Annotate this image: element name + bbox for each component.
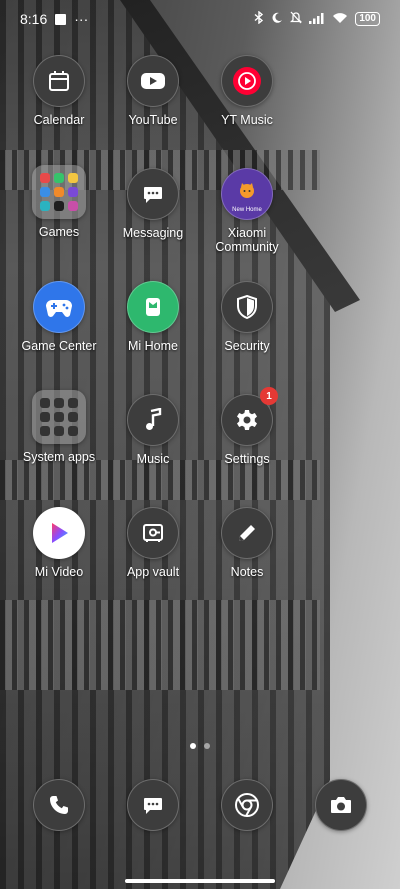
notification-icon: [55, 13, 67, 25]
app-mi-video[interactable]: Mi Video: [9, 507, 109, 579]
silent-bell-icon: [290, 11, 303, 27]
app-game-center[interactable]: Game Center: [9, 281, 109, 353]
game-controller-icon: [33, 281, 85, 333]
page-dot[interactable]: [204, 743, 210, 749]
app-notes[interactable]: Notes: [197, 507, 297, 579]
more-notifications-icon: ···: [74, 11, 89, 27]
phone-icon: [33, 779, 85, 831]
folder-games[interactable]: Games: [9, 165, 109, 239]
app-calendar[interactable]: Calendar: [9, 55, 109, 127]
yt-music-icon: [221, 55, 273, 107]
app-label: Xiaomi Community: [215, 226, 279, 254]
message-bubble-icon: [127, 168, 179, 220]
app-music[interactable]: Music: [103, 394, 203, 466]
shield-icon: [221, 281, 273, 333]
battery-indicator: 100: [355, 12, 380, 26]
system-apps-folder-icon: [32, 390, 86, 444]
page-indicator: [0, 743, 400, 749]
home-gesture-bar[interactable]: [125, 879, 275, 883]
app-label: Notes: [230, 565, 264, 579]
dnd-moon-icon: [271, 12, 283, 27]
dock-messages[interactable]: [103, 779, 203, 831]
app-label: YT Music: [221, 113, 273, 127]
mi-home-icon: [127, 281, 179, 333]
status-bar: 8:16 ··· 100: [0, 0, 400, 38]
app-label: Music: [136, 452, 170, 466]
vault-icon: [127, 507, 179, 559]
app-label: App vault: [126, 565, 180, 579]
app-app-vault[interactable]: App vault: [103, 507, 203, 579]
app-label: Security: [224, 339, 270, 353]
mi-video-icon: [33, 507, 85, 559]
status-time: 8:16: [20, 11, 48, 27]
messages-icon: [127, 779, 179, 831]
app-label: Game Center: [21, 339, 97, 353]
folder-system-apps[interactable]: System apps: [9, 390, 109, 464]
calendar-icon: [33, 55, 85, 107]
app-security[interactable]: Security: [197, 281, 297, 353]
gear-icon: 1: [221, 387, 278, 446]
dock-phone[interactable]: [9, 779, 109, 831]
youtube-icon: [127, 55, 179, 107]
app-label: Mi Home: [127, 339, 178, 353]
app-label: Mi Video: [34, 565, 84, 579]
signal-icon: [309, 12, 325, 27]
app-youtube[interactable]: YouTube: [103, 55, 203, 127]
xiaomi-community-icon: New Home: [221, 168, 273, 220]
games-folder-icon: [32, 165, 86, 219]
app-label: Settings: [224, 452, 270, 466]
app-mi-home[interactable]: Mi Home: [103, 281, 203, 353]
page-dot-active[interactable]: [190, 743, 196, 749]
camera-icon: [315, 779, 367, 831]
chrome-icon: [221, 779, 273, 831]
app-label: YouTube: [128, 113, 178, 127]
dock-chrome[interactable]: [197, 779, 297, 831]
music-note-icon: [127, 394, 179, 446]
notification-badge: 1: [260, 387, 278, 405]
app-messaging[interactable]: Messaging: [103, 168, 203, 240]
app-label: Games: [38, 225, 80, 239]
dock-camera[interactable]: [291, 779, 391, 831]
wallpaper-balcony: [0, 600, 320, 690]
app-label: Messaging: [122, 226, 184, 240]
wifi-icon: [332, 12, 348, 27]
xiaomi-community-icon-text: New Home: [232, 207, 262, 213]
bluetooth-icon: [254, 10, 264, 27]
app-xiaomi-community[interactable]: New Home Xiaomi Community: [197, 168, 297, 254]
wallpaper-balcony: [0, 460, 320, 500]
app-label: Calendar: [33, 113, 85, 127]
app-yt-music[interactable]: YT Music: [197, 55, 297, 127]
pencil-icon: [221, 507, 273, 559]
app-label: System apps: [22, 450, 96, 464]
app-settings[interactable]: 1 Settings: [197, 387, 297, 466]
